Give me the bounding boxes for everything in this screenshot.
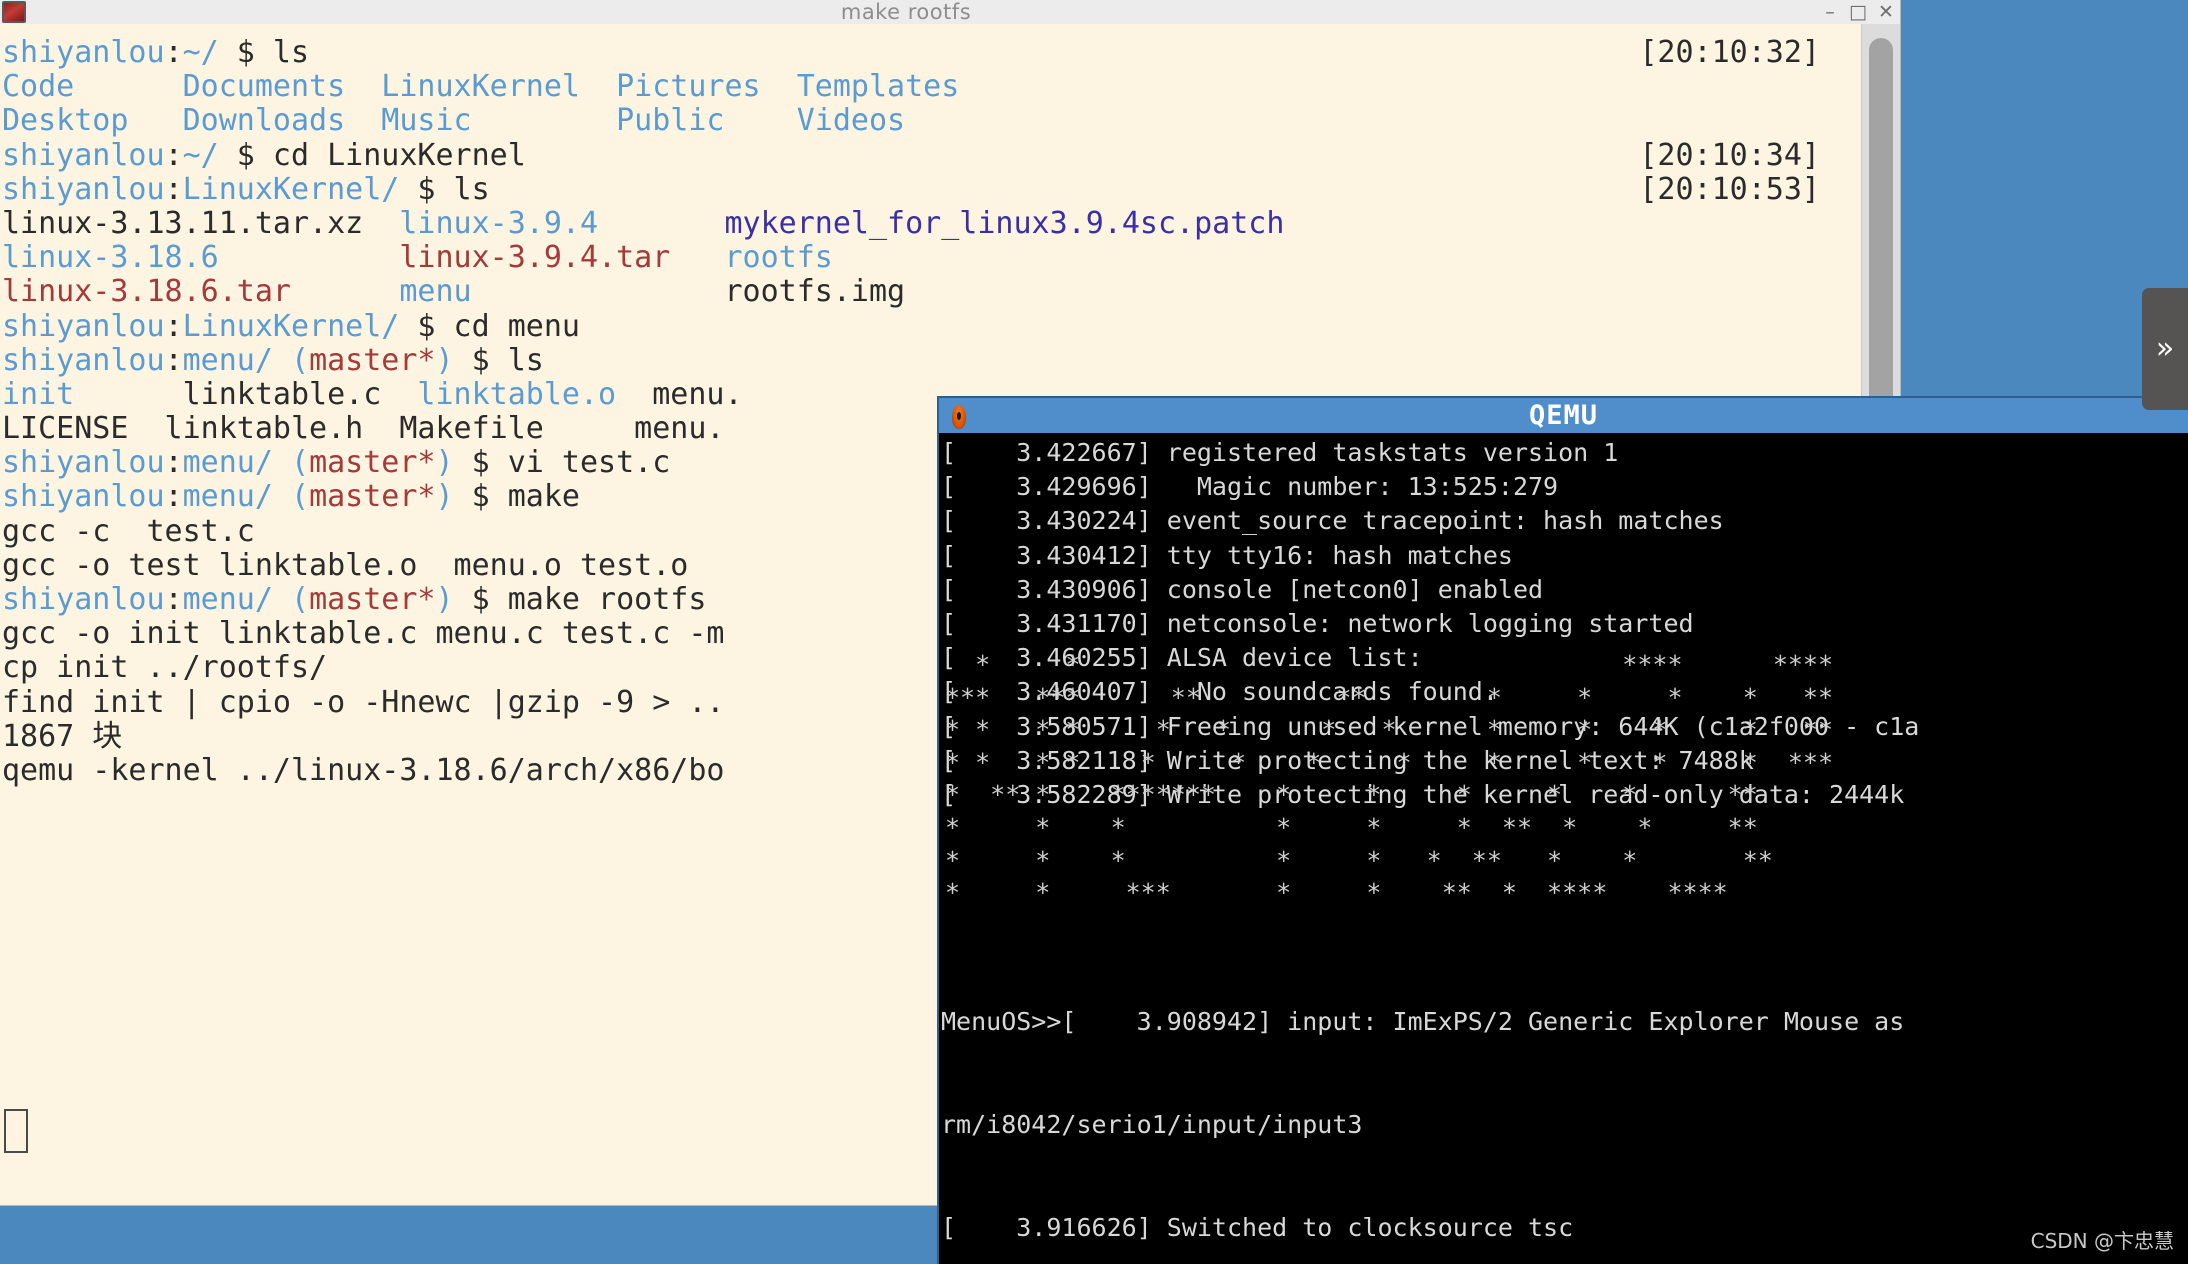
kernel-log-line: [ 3.429696] Magic number: 13:525:279 — [941, 472, 1559, 502]
qemu-logo-icon — [944, 401, 974, 431]
menuos-prompt-line: MenuOS>>[ 3.908942] input: ImExPS/2 Gene… — [941, 1007, 1905, 1037]
ascii-art-line: * * * * * * * * * * * * ** — [945, 715, 1834, 745]
terminal-line: linux-3.18.6.tar menu rootfs.img — [2, 274, 906, 310]
qemu-ascii-banner: * * **** **** *** *** ** ** * * * * ** * *… — [945, 649, 2188, 910]
terminal-titlebar[interactable]: make rootfs – □ ✕ — [0, 0, 1900, 24]
ascii-art-line: * * * * * * ** * * ** — [945, 845, 1773, 875]
ascii-art-line: * * * * * * * * * * * * *** — [945, 747, 1834, 777]
terminal-line: Desktop Downloads Music Public Videos — [2, 103, 906, 139]
kernel-log-line: [ 3.431170] netconsole: network logging … — [941, 609, 1694, 639]
ascii-art-line: * * *** * * ** * **** **** — [945, 878, 1728, 908]
terminal-window-title: make rootfs — [840, 0, 972, 24]
qemu-console-tail: MenuOS>>[ 3.908942] input: ImExPS/2 Gene… — [939, 937, 2188, 1264]
expand-panel-tab[interactable]: » — [2142, 288, 2188, 410]
watermark-text: CSDN @卞忠慧 — [2030, 1229, 2174, 1253]
qemu-window-title: QEMU — [1528, 400, 1599, 431]
kernel-log-line: [ 3.422667] registered taskstats version… — [941, 438, 1619, 467]
terminal-timestamp: [20:10:53] — [1639, 171, 1820, 207]
terminal-cursor — [4, 1109, 28, 1153]
qemu-screen[interactable]: [ 3.422667] registered taskstats version… — [939, 433, 2188, 1264]
terminal-line: shiyanlou:menu/ (master*) $ ls — [2, 342, 544, 378]
ascii-art-line: * * **** **** — [945, 650, 1834, 679]
terminal-line: Code Documents LinuxKernel Pictures Temp… — [2, 69, 960, 105]
kernel-log-line: [ 3.430906] console [netcon0] enabled — [941, 574, 1544, 604]
minimize-button[interactable]: – — [1816, 0, 1844, 24]
ascii-art-line: * * * * * * ** * * ** — [945, 812, 1758, 842]
terminal-line: shiyanlou:~/ $ cd LinuxKernel [20:10:34] — [2, 137, 1820, 173]
menuos-wrap-line: rm/i8042/serio1/input/input3 — [941, 1110, 1363, 1140]
terminal-timestamp: [20:10:32] — [1639, 35, 1820, 70]
menuos-last-log: [ 3.916626] Switched to clocksource tsc — [941, 1212, 1574, 1242]
terminal-line: shiyanlou:LinuxKernel/ $ cd menu — [2, 308, 580, 344]
maximize-button[interactable]: □ — [1844, 0, 1872, 24]
chevron-double-right-icon: » — [2155, 331, 2175, 366]
terminal-timestamp: [20:10:34] — [1639, 137, 1820, 173]
ascii-art-line: * ** * ******* * * * * * ** — [945, 780, 1758, 810]
terminal-line: linux-3.13.11.tar.xz linux-3.9.4 mykerne… — [2, 205, 1285, 241]
ascii-art-line: *** *** ** ** * * * * ** — [945, 682, 1834, 712]
kernel-log-line: [ 3.430224] event_source tracepoint: has… — [941, 506, 1724, 536]
terminal-line: shiyanlou:~/ $ ls [20:10:32] — [2, 35, 1820, 70]
terminal-line: linux-3.18.6 linux-3.9.4.tar rootfs — [2, 240, 833, 276]
close-button[interactable]: ✕ — [1872, 0, 1900, 24]
qemu-titlebar[interactable]: QEMU — [939, 398, 2188, 433]
kernel-log-line: [ 3.430412] tty tty16: hash matches — [941, 540, 1513, 570]
terminal-line: shiyanlou:LinuxKernel/ $ ls [20:10:53] — [2, 171, 1820, 207]
qemu-window[interactable]: QEMU [ 3.422667] registered taskstats ve… — [939, 398, 2188, 1264]
